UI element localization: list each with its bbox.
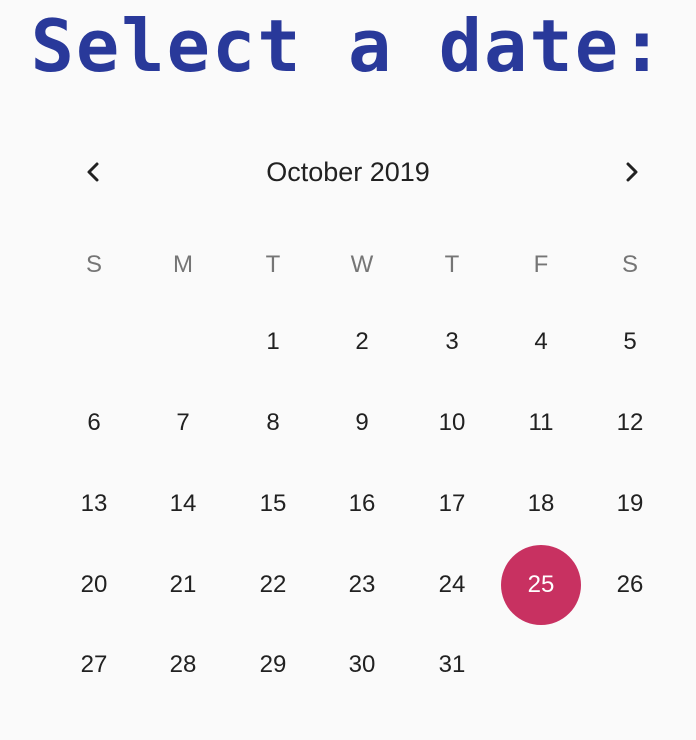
next-month-button[interactable] <box>607 148 655 196</box>
weekday-label-mon: M <box>173 251 193 278</box>
day-cell[interactable]: 10 <box>412 383 492 463</box>
weekday-label-tue: T <box>265 251 281 278</box>
day-cell[interactable]: 13 <box>54 464 134 544</box>
day-cell[interactable]: 29 <box>233 625 313 705</box>
weekday-header-row: S M T W T F S <box>0 240 696 290</box>
selected-day-cell[interactable]: 25 <box>501 545 581 625</box>
day-cell[interactable]: 16 <box>322 464 402 544</box>
weekday-label-thu: T <box>444 251 460 278</box>
day-cell[interactable]: 3 <box>412 302 492 382</box>
day-cell[interactable]: 15 <box>233 464 313 544</box>
weekday-label-sat: S <box>621 251 638 278</box>
page-title: Select a date: <box>30 4 666 88</box>
day-cell[interactable]: 20 <box>54 545 134 625</box>
calendar-header: October 2019 <box>0 140 696 204</box>
weekday-label-fri: F <box>533 251 549 278</box>
day-cell[interactable]: 2 <box>322 302 402 382</box>
previous-month-button[interactable] <box>70 148 118 196</box>
day-cell[interactable]: 4 <box>501 302 581 382</box>
day-cell[interactable]: 28 <box>143 625 223 705</box>
day-cell[interactable]: 14 <box>143 464 223 544</box>
date-picker-page: Select a date: October 2019 S M T W T F … <box>0 0 696 740</box>
day-cell[interactable]: 18 <box>501 464 581 544</box>
day-cell[interactable]: 24 <box>412 545 492 625</box>
day-cell[interactable]: 11 <box>501 383 581 463</box>
day-cell[interactable]: 22 <box>233 545 313 625</box>
chevron-left-icon <box>87 162 99 182</box>
weekday-label-wed: W <box>350 251 374 278</box>
day-cell[interactable]: 5 <box>590 302 670 382</box>
day-cell[interactable]: 30 <box>322 625 402 705</box>
day-cell[interactable]: 23 <box>322 545 402 625</box>
day-cell[interactable]: 7 <box>143 383 223 463</box>
day-cell[interactable]: 31 <box>412 625 492 705</box>
day-cell[interactable]: 9 <box>322 383 402 463</box>
day-cell[interactable]: 21 <box>143 545 223 625</box>
weekday-label-sun: S <box>85 251 102 278</box>
day-cell[interactable]: 17 <box>412 464 492 544</box>
day-cell[interactable]: 1 <box>233 302 313 382</box>
day-cell[interactable]: 6 <box>54 383 134 463</box>
day-cell[interactable]: 19 <box>590 464 670 544</box>
day-cell[interactable]: 12 <box>590 383 670 463</box>
day-cell[interactable]: 27 <box>54 625 134 705</box>
day-cell[interactable]: 26 <box>590 545 670 625</box>
day-cell[interactable]: 8 <box>233 383 313 463</box>
chevron-right-icon <box>626 162 638 182</box>
